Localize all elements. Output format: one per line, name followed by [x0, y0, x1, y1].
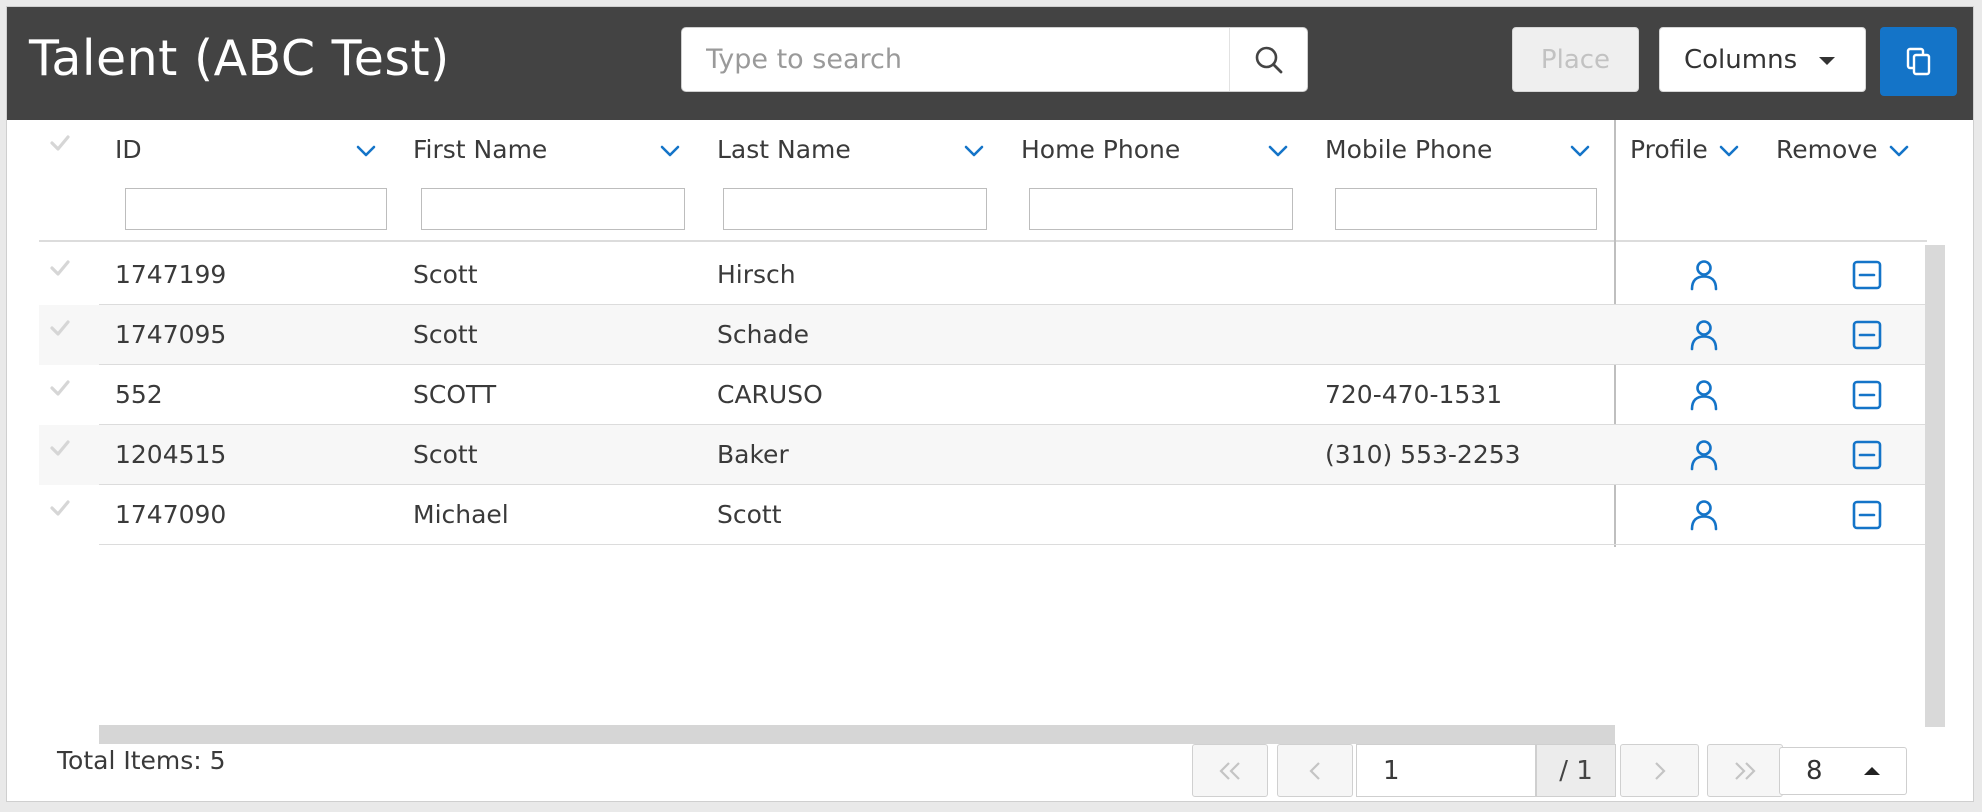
select-all-check-icon[interactable]: [49, 132, 71, 154]
row-select-check-icon[interactable]: [49, 497, 71, 519]
filter-input-first-name[interactable]: [421, 188, 685, 230]
table-row[interactable]: 1204515 Scott Baker (310) 553-2253: [39, 425, 1927, 485]
column-header-id: ID: [99, 120, 397, 240]
row-select-check-icon[interactable]: [49, 317, 71, 339]
filter-input-mobile-phone[interactable]: [1335, 188, 1597, 230]
page-size-value: 8: [1806, 756, 1823, 786]
table-row[interactable]: 552 SCOTT CARUSO 720-470-1531: [39, 365, 1927, 425]
chevron-down-icon[interactable]: [659, 144, 681, 158]
cell-last: Scott: [717, 500, 782, 529]
next-page-button[interactable]: [1620, 744, 1699, 797]
row-select-check-icon[interactable]: [49, 377, 71, 399]
cell-id: 1747199: [115, 260, 227, 289]
cell-mobile: (310) 553-2253: [1325, 440, 1521, 469]
user-icon[interactable]: [1686, 377, 1722, 413]
chevron-down-icon[interactable]: [963, 144, 985, 158]
filter-input-last-name[interactable]: [723, 188, 987, 230]
page-size-select[interactable]: 8: [1779, 747, 1907, 795]
columns-button[interactable]: Columns: [1659, 27, 1866, 92]
cell-first: Scott: [413, 260, 478, 289]
chevron-down-icon[interactable]: [355, 144, 377, 158]
vertical-scrollbar[interactable]: [1925, 245, 1945, 727]
total-items-label: Total Items: 5: [57, 746, 226, 775]
column-header-label: First Name: [413, 135, 548, 164]
column-header-last-name: Last Name: [701, 120, 1005, 240]
minus-square-icon[interactable]: [1849, 497, 1885, 533]
user-icon[interactable]: [1686, 497, 1722, 533]
column-header-remove: Remove: [1760, 120, 1927, 240]
page-number-input[interactable]: [1356, 744, 1536, 797]
search-button[interactable]: [1229, 28, 1307, 91]
search-box: [681, 27, 1308, 92]
previous-page-button[interactable]: [1277, 744, 1353, 797]
place-button[interactable]: Place: [1512, 27, 1639, 92]
column-header-label: Last Name: [717, 135, 851, 164]
cell-last: Baker: [717, 440, 789, 469]
copy-button[interactable]: [1880, 27, 1957, 96]
cell-last: Hirsch: [717, 260, 796, 289]
page-title: Talent (ABC Test): [29, 30, 450, 87]
column-header-first-name: First Name: [397, 120, 701, 240]
double-chevron-right-icon: [1735, 761, 1756, 780]
cell-id: 552: [115, 380, 163, 409]
search-icon: [1255, 46, 1282, 73]
columns-button-label: Columns: [1684, 44, 1798, 75]
cell-first: Michael: [413, 500, 509, 529]
column-header-label: ID: [115, 135, 142, 164]
cell-id: 1747090: [115, 500, 227, 529]
chevron-down-icon[interactable]: [1267, 144, 1289, 158]
cell-id: 1204515: [115, 440, 227, 469]
last-page-button[interactable]: [1707, 744, 1783, 797]
column-header-mobile-phone: Mobile Phone: [1309, 120, 1614, 240]
row-select-check-icon[interactable]: [49, 257, 71, 279]
column-header-profile: Profile: [1614, 120, 1760, 240]
first-page-button[interactable]: [1192, 744, 1268, 797]
table-row[interactable]: 1747199 Scott Hirsch: [39, 245, 1927, 305]
search-input[interactable]: [682, 28, 1230, 91]
talent-grid: ID First Name Last Name Home Phone Mobil…: [7, 120, 1973, 801]
table-row[interactable]: 1747090 Michael Scott: [39, 485, 1927, 545]
talent-panel: Talent (ABC Test) Place Columns: [6, 6, 1974, 802]
caret-down-icon: [1819, 57, 1835, 65]
copy-icon: [1906, 47, 1930, 75]
column-header-label: Remove: [1776, 135, 1878, 164]
column-header-label: Mobile Phone: [1325, 135, 1493, 164]
cell-id: 1747095: [115, 320, 227, 349]
minus-square-icon[interactable]: [1849, 377, 1885, 413]
minus-square-icon[interactable]: [1849, 437, 1885, 473]
chevron-left-icon: [1309, 761, 1320, 780]
double-chevron-left-icon: [1219, 761, 1240, 780]
minus-square-icon[interactable]: [1849, 317, 1885, 353]
cell-last: CARUSO: [717, 380, 823, 409]
cell-last: Schade: [717, 320, 810, 349]
filter-input-home-phone[interactable]: [1029, 188, 1293, 230]
chevron-down-icon[interactable]: [1718, 144, 1740, 158]
user-icon[interactable]: [1686, 437, 1722, 473]
column-header-home-phone: Home Phone: [1005, 120, 1309, 240]
table-row[interactable]: 1747095 Scott Schade: [39, 305, 1927, 365]
chevron-right-icon: [1654, 761, 1666, 780]
panel-header: Talent (ABC Test) Place Columns: [7, 7, 1973, 120]
grid-header-row: ID First Name Last Name Home Phone Mobil…: [39, 120, 1927, 242]
chevron-down-icon[interactable]: [1888, 144, 1910, 158]
horizontal-scrollbar[interactable]: [99, 725, 1615, 744]
caret-up-icon: [1864, 767, 1880, 775]
column-header-label: Home Phone: [1021, 135, 1181, 164]
column-header-label: Profile: [1630, 135, 1708, 164]
minus-square-icon[interactable]: [1849, 257, 1885, 293]
row-select-check-icon[interactable]: [49, 437, 71, 459]
cell-first: Scott: [413, 440, 478, 469]
filter-input-id[interactable]: [125, 188, 387, 230]
page-total-label: / 1: [1536, 744, 1616, 797]
user-icon[interactable]: [1686, 257, 1722, 293]
user-icon[interactable]: [1686, 317, 1722, 353]
chevron-down-icon[interactable]: [1569, 144, 1591, 158]
cell-first: SCOTT: [413, 380, 497, 409]
row-divider: [99, 544, 1927, 545]
cell-first: Scott: [413, 320, 478, 349]
cell-mobile: 720-470-1531: [1325, 380, 1503, 409]
